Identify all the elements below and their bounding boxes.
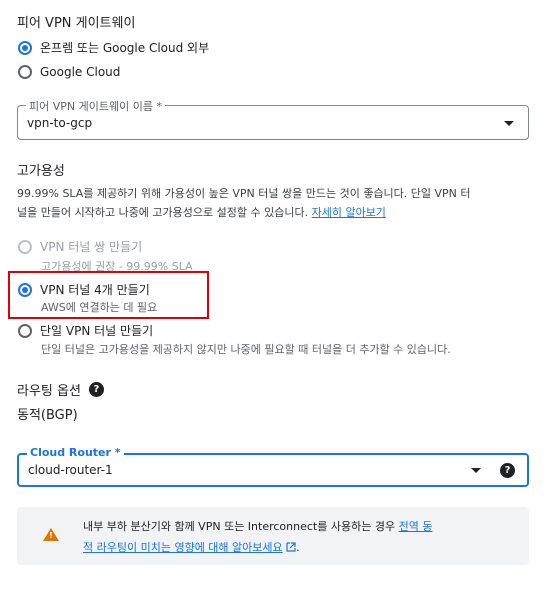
- routing-title: 라우팅 옵션: [17, 384, 81, 399]
- warning-text: 내부 부하 분산기와 함께 VPN 또는 Interconnect를 사용하는 …: [83, 516, 513, 558]
- radio-single-tunnel-sub: 단일 터널은 고가용성을 제공하지 않지만 나중에 필요할 때 터널을 더 추가…: [41, 343, 451, 356]
- radio-google-cloud[interactable]: Google Cloud: [18, 65, 120, 79]
- radio-on-prem-indicator[interactable]: [18, 40, 32, 55]
- dynamic-routing-link[interactable]: 전역 동: [399, 520, 433, 533]
- cloud-router-label: Cloud Router *: [27, 446, 124, 459]
- peer-gateway-name-select[interactable]: 피어 VPN 게이트웨이 이름 * vpn-to-gcp: [17, 98, 529, 140]
- help-icon[interactable]: ?: [500, 463, 515, 478]
- availability-desc-line2: 널을 만들어 시작하고 나중에 고가용성으로 설정할 수 있습니다.: [17, 206, 309, 219]
- radio-four-tunnels-label: VPN 터널 4개 만들기: [40, 283, 150, 297]
- radio-on-prem-label: 온프렘 또는 Google Cloud 외부: [40, 41, 210, 55]
- routing-header: 라우팅 옵션 ?: [17, 380, 104, 399]
- radio-on-prem[interactable]: 온프렘 또는 Google Cloud 외부: [18, 39, 209, 56]
- warning-banner: ! 내부 부하 분산기와 함께 VPN 또는 Interconnect를 사용하…: [17, 507, 529, 565]
- chevron-down-icon[interactable]: [471, 468, 481, 473]
- peer-gateway-name-value: vpn-to-gcp: [27, 115, 93, 130]
- availability-description: 99.99% SLA를 제공하기 위해 가용성이 높은 VPN 터널 쌍을 만드…: [17, 184, 537, 222]
- radio-four-tunnels-indicator[interactable]: [18, 282, 32, 297]
- radio-single-tunnel-indicator[interactable]: [18, 323, 32, 338]
- warning-text-end: .: [296, 541, 300, 554]
- radio-google-cloud-indicator[interactable]: [18, 65, 32, 79]
- availability-title: 고가용성: [17, 164, 65, 179]
- warning-icon: !: [43, 528, 59, 541]
- radio-tunnel-pair-indicator[interactable]: [18, 239, 32, 254]
- dynamic-routing-link-cont[interactable]: 적 라우팅이 미치는 영향에 대해 알아보세요: [83, 541, 283, 554]
- peer-gateway-title: 피어 VPN 게이트웨이: [17, 16, 136, 31]
- cloud-router-value: cloud-router-1: [28, 463, 113, 477]
- radio-tunnel-pair-label: VPN 터널 쌍 만들기: [40, 240, 143, 254]
- chevron-down-icon[interactable]: [504, 121, 514, 126]
- radio-four-tunnels[interactable]: VPN 터널 4개 만들기: [18, 281, 150, 298]
- radio-single-tunnel-label: 단일 VPN 터널 만들기: [40, 324, 154, 338]
- learn-more-link[interactable]: 자세히 알아보기: [312, 206, 386, 219]
- radio-google-cloud-label: Google Cloud: [40, 65, 121, 79]
- routing-value: 동적(BGP): [17, 408, 78, 423]
- availability-desc-line1: 99.99% SLA를 제공하기 위해 가용성이 높은 VPN 터널 쌍을 만드…: [17, 187, 471, 200]
- cloud-router-select[interactable]: Cloud Router * cloud-router-1 ?: [17, 446, 529, 487]
- peer-gateway-name-label: 피어 VPN 게이트웨이 이름 *: [26, 98, 165, 114]
- radio-tunnel-pair[interactable]: VPN 터널 쌍 만들기: [18, 238, 142, 255]
- radio-four-tunnels-sub: AWS에 연결하는 데 필요: [41, 301, 158, 314]
- help-icon[interactable]: ?: [88, 382, 104, 397]
- external-link-icon[interactable]: [286, 542, 296, 552]
- radio-single-tunnel[interactable]: 단일 VPN 터널 만들기: [18, 322, 153, 339]
- warning-text-main: 내부 부하 분산기와 함께 VPN 또는 Interconnect를 사용하는 …: [83, 520, 396, 533]
